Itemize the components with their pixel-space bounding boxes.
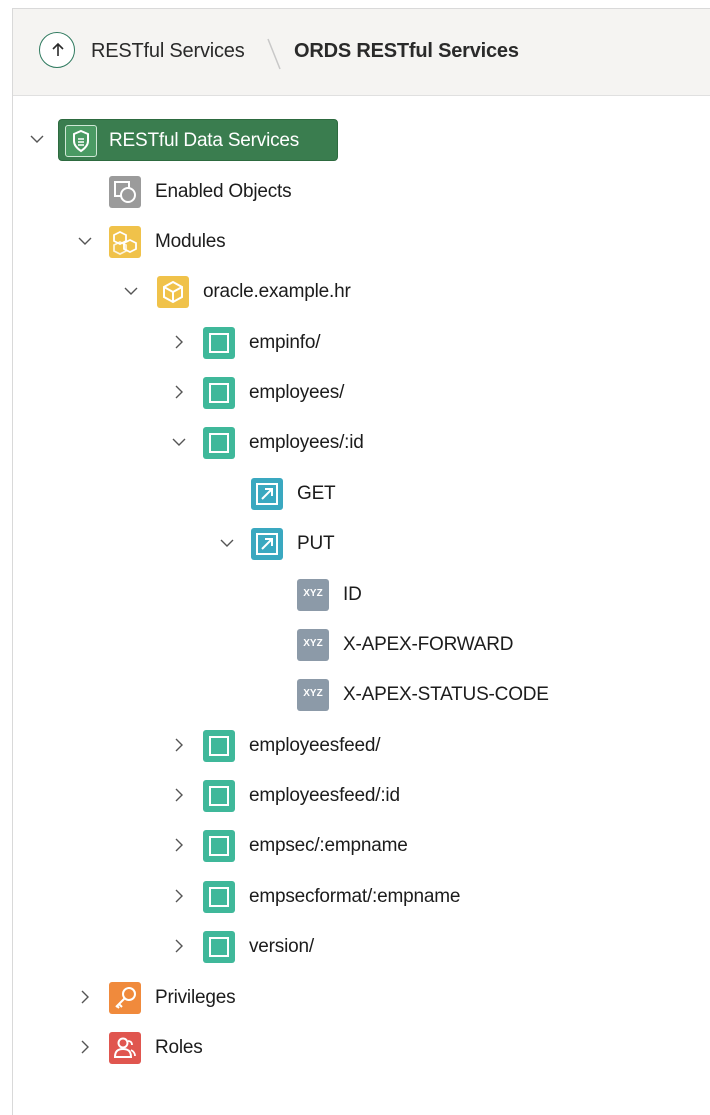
chevron-right-icon[interactable] xyxy=(171,837,187,853)
chevron-right-icon[interactable] xyxy=(171,938,187,954)
tree-node-label: PUT xyxy=(297,533,335,554)
tree-node-roles[interactable]: Roles xyxy=(13,1028,413,1068)
enabled-objects-icon xyxy=(109,176,141,208)
privileges-icon xyxy=(109,982,141,1014)
tree-node-template[interactable]: empsecformat/:empname xyxy=(13,877,533,917)
tree-node-label: employees/ xyxy=(249,382,345,403)
tree-node-label: GET xyxy=(297,483,336,504)
tree: RESTful Data Services Enabled Objects Mo… xyxy=(13,95,710,1115)
tree-node-parameter[interactable]: XYZ X-APEX-STATUS-CODE xyxy=(13,675,613,715)
chevron-right-icon[interactable] xyxy=(77,989,93,1005)
tree-node-template[interactable]: employeesfeed/:id xyxy=(13,776,513,816)
rest-tree-panel: RESTful Services ORDS RESTful Services R… xyxy=(12,8,710,1115)
template-icon xyxy=(203,881,235,913)
tree-node-label: employeesfeed/ xyxy=(249,735,381,756)
tree-node-template[interactable]: empinfo/ xyxy=(13,323,513,363)
tree-node-oracle-example-hr[interactable]: oracle.example.hr xyxy=(13,272,413,312)
chevron-right-icon[interactable] xyxy=(171,334,187,350)
tree-node-handler[interactable]: GET xyxy=(13,474,513,514)
tree-node-label: ID xyxy=(343,584,362,605)
tree-node-label: Modules xyxy=(155,231,226,252)
parameter-icon: XYZ xyxy=(297,679,329,711)
tree-node-enabled-objects[interactable]: Enabled Objects xyxy=(13,172,413,212)
tree-node-template[interactable]: employeesfeed/ xyxy=(13,726,513,766)
chevron-right-icon[interactable] xyxy=(77,1039,93,1055)
parameter-badge: XYZ xyxy=(303,588,323,599)
chevron-down-icon[interactable] xyxy=(171,434,187,450)
template-icon xyxy=(203,377,235,409)
roles-icon xyxy=(109,1032,141,1064)
handler-icon xyxy=(251,528,283,560)
chevron-right-icon[interactable] xyxy=(171,737,187,753)
tree-node-label: oracle.example.hr xyxy=(203,281,351,302)
tree-node-label: empsec/:empname xyxy=(249,835,408,856)
parameter-icon: XYZ xyxy=(297,579,329,611)
chevron-right-icon[interactable] xyxy=(171,787,187,803)
tree-node-label: X-APEX-STATUS-CODE xyxy=(343,684,549,705)
tree-node-label: RESTful Data Services xyxy=(109,130,300,151)
tree-node-label: X-APEX-FORWARD xyxy=(343,634,514,655)
chevron-right-icon[interactable] xyxy=(171,384,187,400)
template-icon xyxy=(203,427,235,459)
tree-node-template[interactable]: empsec/:empname xyxy=(13,826,513,866)
parameter-badge: XYZ xyxy=(303,638,323,649)
template-icon xyxy=(203,830,235,862)
tree-node-parameter[interactable]: XYZ X-APEX-FORWARD xyxy=(13,625,613,665)
handler-icon xyxy=(251,478,283,510)
modules-icon xyxy=(109,226,141,258)
arrow-up-icon xyxy=(52,42,64,56)
tree-node-label: employeesfeed/:id xyxy=(249,785,400,806)
tree-node-label: empinfo/ xyxy=(249,332,321,353)
chevron-down-icon[interactable] xyxy=(219,535,235,551)
tree-node-modules[interactable]: Modules xyxy=(13,222,413,262)
tree-node-template[interactable]: employees/:id xyxy=(13,423,513,463)
template-icon xyxy=(203,730,235,762)
breadcrumb-separator-icon xyxy=(267,38,281,70)
tree-node-label: Enabled Objects xyxy=(155,181,292,202)
parameter-icon: XYZ xyxy=(297,629,329,661)
tree-node-template[interactable]: version/ xyxy=(13,927,513,967)
tree-node-label: employees/:id xyxy=(249,432,364,453)
tree-node-parameter[interactable]: XYZ ID xyxy=(13,575,613,615)
up-level-button[interactable] xyxy=(39,32,75,68)
chevron-down-icon[interactable] xyxy=(123,283,139,299)
tree-node-label: Roles xyxy=(155,1037,203,1058)
template-icon xyxy=(203,780,235,812)
tree-node-restful-data-services[interactable]: RESTful Data Services xyxy=(13,117,353,161)
template-icon xyxy=(203,931,235,963)
breadcrumb-restful-services[interactable]: RESTful Services xyxy=(91,40,245,63)
module-icon xyxy=(157,276,189,308)
tree-node-privileges[interactable]: Privileges xyxy=(13,978,413,1018)
tree-node-label: Privileges xyxy=(155,987,236,1008)
breadcrumb-bar: RESTful Services ORDS RESTful Services xyxy=(13,9,710,96)
chevron-down-icon[interactable] xyxy=(77,233,93,249)
tree-node-handler[interactable]: PUT xyxy=(13,524,513,564)
selected-node-highlight[interactable]: RESTful Data Services xyxy=(58,119,338,161)
tree-node-template[interactable]: employees/ xyxy=(13,373,513,413)
chevron-right-icon[interactable] xyxy=(171,888,187,904)
tree-node-label: version/ xyxy=(249,936,314,957)
template-icon xyxy=(203,327,235,359)
parameter-badge: XYZ xyxy=(303,688,323,699)
tree-node-label: empsecformat/:empname xyxy=(249,886,461,907)
breadcrumb-ords-restful-services: ORDS RESTful Services xyxy=(294,40,519,62)
shield-icon xyxy=(65,125,97,157)
chevron-down-icon[interactable] xyxy=(29,131,45,147)
